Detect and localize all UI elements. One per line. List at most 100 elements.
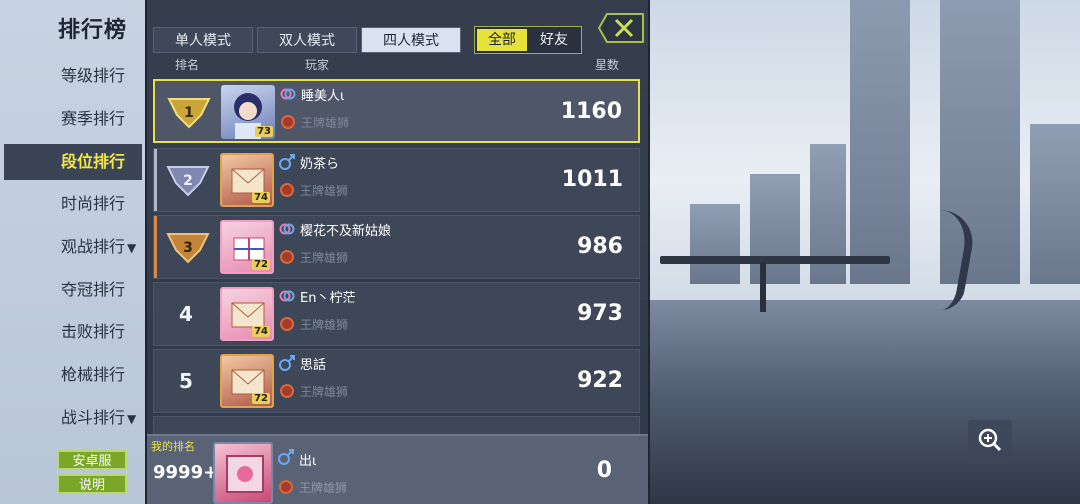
lion-emblem-icon xyxy=(281,115,295,129)
side-item-tier[interactable]: 段位排行 xyxy=(4,144,142,180)
player-name: 樱花不及新姑娘 xyxy=(300,224,392,239)
floor xyxy=(640,300,1080,504)
player-title: 王牌雄狮 xyxy=(301,116,350,130)
player-name: 思話 xyxy=(300,358,327,373)
male-symbol-icon xyxy=(278,449,294,465)
rank-accent-bar xyxy=(154,149,157,211)
column-stars: 星数 xyxy=(595,58,620,72)
gender-mixed-icon xyxy=(279,290,295,302)
skyscraper xyxy=(850,0,910,284)
lion-emblem-icon xyxy=(279,480,293,494)
rank-number: 4 xyxy=(179,302,193,326)
player-title: 王牌雄狮 xyxy=(300,184,349,198)
player-title: 王牌雄狮 xyxy=(299,481,348,495)
leaderboard-panel: 单人模式 双人模式 四人模式 全部 好友 排名 玩家 星数 1 73 睡美人ι … xyxy=(145,0,650,504)
player-name: 奶茶ら xyxy=(300,157,340,172)
star-count: 986 xyxy=(577,234,623,259)
table-row[interactable]: 2 74 奶茶ら 王牌雄狮 1011 xyxy=(153,148,640,212)
dropdown-arrow-icon: ▼ xyxy=(127,412,137,426)
side-item-label: 夺冠排行 xyxy=(61,280,126,299)
level-badge: 73 xyxy=(255,126,273,137)
frame-card-icon xyxy=(226,455,264,493)
table-row[interactable]: 1 73 睡美人ι 王牌雄狮 1160 xyxy=(153,79,640,143)
my-rank-bar: 我的排名 9999+ 69 出ι 王牌雄狮 0 xyxy=(147,434,648,504)
side-item-label: 等级排行 xyxy=(61,66,126,85)
side-item-weapons[interactable]: 枪械排行 xyxy=(4,357,142,393)
info-button[interactable]: 说明 xyxy=(57,474,127,494)
side-item-kills[interactable]: 击败排行 xyxy=(4,314,142,350)
column-player: 玩家 xyxy=(305,58,330,72)
player-name: 出ι xyxy=(299,454,317,469)
filter-all[interactable]: 全部 xyxy=(477,29,527,51)
dropdown-arrow-icon: ▼ xyxy=(127,241,137,255)
side-item-label: 观战排行 xyxy=(61,237,126,256)
side-menu: 排行榜 等级排行 赛季排行 段位排行 时尚排行 观战排行 ▼ 夺冠排行 击败排行 … xyxy=(0,0,145,504)
silver-rank-badge-icon: 2 xyxy=(166,166,210,197)
star-count: 922 xyxy=(577,368,623,393)
table-row[interactable]: 5 72 思話 王牌雄狮 922 xyxy=(153,349,640,413)
level-badge: 74 xyxy=(252,192,270,203)
side-item-level[interactable]: 等级排行 xyxy=(4,58,142,94)
table-leg xyxy=(760,262,766,312)
svg-text:1: 1 xyxy=(184,105,194,121)
mode-tabs: 单人模式 双人模式 四人模式 xyxy=(153,27,461,53)
player-title: 王牌雄狮 xyxy=(300,385,349,399)
friend-filter: 全部 好友 xyxy=(474,26,582,54)
avatar: 72 xyxy=(220,354,274,408)
level-badge: 72 xyxy=(252,259,270,270)
side-item-label: 赛季排行 xyxy=(61,109,126,128)
page-title: 排行榜 xyxy=(58,18,128,43)
lion-emblem-icon xyxy=(280,317,294,331)
my-rank-number: 9999+ xyxy=(153,462,219,483)
gold-rank-badge-icon: 1 xyxy=(167,98,211,129)
lion-emblem-icon xyxy=(280,183,294,197)
side-item-champion[interactable]: 夺冠排行 xyxy=(4,272,142,308)
bronze-rank-badge-icon: 3 xyxy=(166,233,210,264)
avatar: 69 xyxy=(213,442,273,504)
avatar: 74 xyxy=(220,153,274,207)
star-count: 0 xyxy=(596,458,612,483)
zoom-button[interactable] xyxy=(968,420,1012,460)
table-row[interactable]: 4 74 En丶柠茫 王牌雄狮 973 xyxy=(153,282,640,346)
side-item-label: 段位排行 xyxy=(61,152,126,171)
building xyxy=(1030,124,1080,284)
svg-text:2: 2 xyxy=(183,173,193,189)
lion-emblem-icon xyxy=(280,250,294,264)
lion-emblem-icon xyxy=(280,384,294,398)
close-button[interactable] xyxy=(597,12,645,44)
gender-mixed-icon xyxy=(280,88,296,100)
side-item-fashion[interactable]: 时尚排行 xyxy=(4,186,142,222)
side-item-season[interactable]: 赛季排行 xyxy=(4,101,142,137)
male-symbol-icon xyxy=(279,154,295,170)
tab-duo[interactable]: 双人模式 xyxy=(257,27,357,53)
table-row[interactable] xyxy=(153,416,640,436)
close-x-icon xyxy=(597,13,644,43)
table-row[interactable]: 3 72 樱花不及新姑娘 王牌雄狮 986 xyxy=(153,215,640,279)
star-count: 1160 xyxy=(560,99,622,124)
level-badge: 72 xyxy=(252,393,270,404)
player-name: 睡美人ι xyxy=(301,89,345,104)
level-badge: 74 xyxy=(252,326,270,337)
side-item-label: 击败排行 xyxy=(61,322,126,341)
avatar: 74 xyxy=(220,287,274,341)
svg-text:3: 3 xyxy=(183,240,193,256)
server-button[interactable]: 安卓服 xyxy=(57,450,127,470)
player-title: 王牌雄狮 xyxy=(300,318,349,332)
column-rank: 排名 xyxy=(175,58,200,72)
rank-accent-bar xyxy=(154,216,157,278)
zoom-in-icon xyxy=(978,428,1002,452)
filter-friends[interactable]: 好友 xyxy=(529,29,579,51)
side-item-label: 战斗排行 xyxy=(61,408,126,427)
star-count: 973 xyxy=(577,301,623,326)
side-item-label: 时尚排行 xyxy=(61,194,126,213)
tab-solo[interactable]: 单人模式 xyxy=(153,27,253,53)
side-item-combat[interactable]: 战斗排行 ▼ xyxy=(4,400,142,436)
gender-mixed-icon xyxy=(279,223,295,235)
table xyxy=(660,256,890,264)
tab-squad[interactable]: 四人模式 xyxy=(361,27,461,53)
side-item-spectate[interactable]: 观战排行 ▼ xyxy=(4,229,142,265)
avatar: 72 xyxy=(220,220,274,274)
building xyxy=(690,204,740,284)
player-title: 王牌雄狮 xyxy=(300,251,349,265)
male-symbol-icon xyxy=(279,355,295,371)
